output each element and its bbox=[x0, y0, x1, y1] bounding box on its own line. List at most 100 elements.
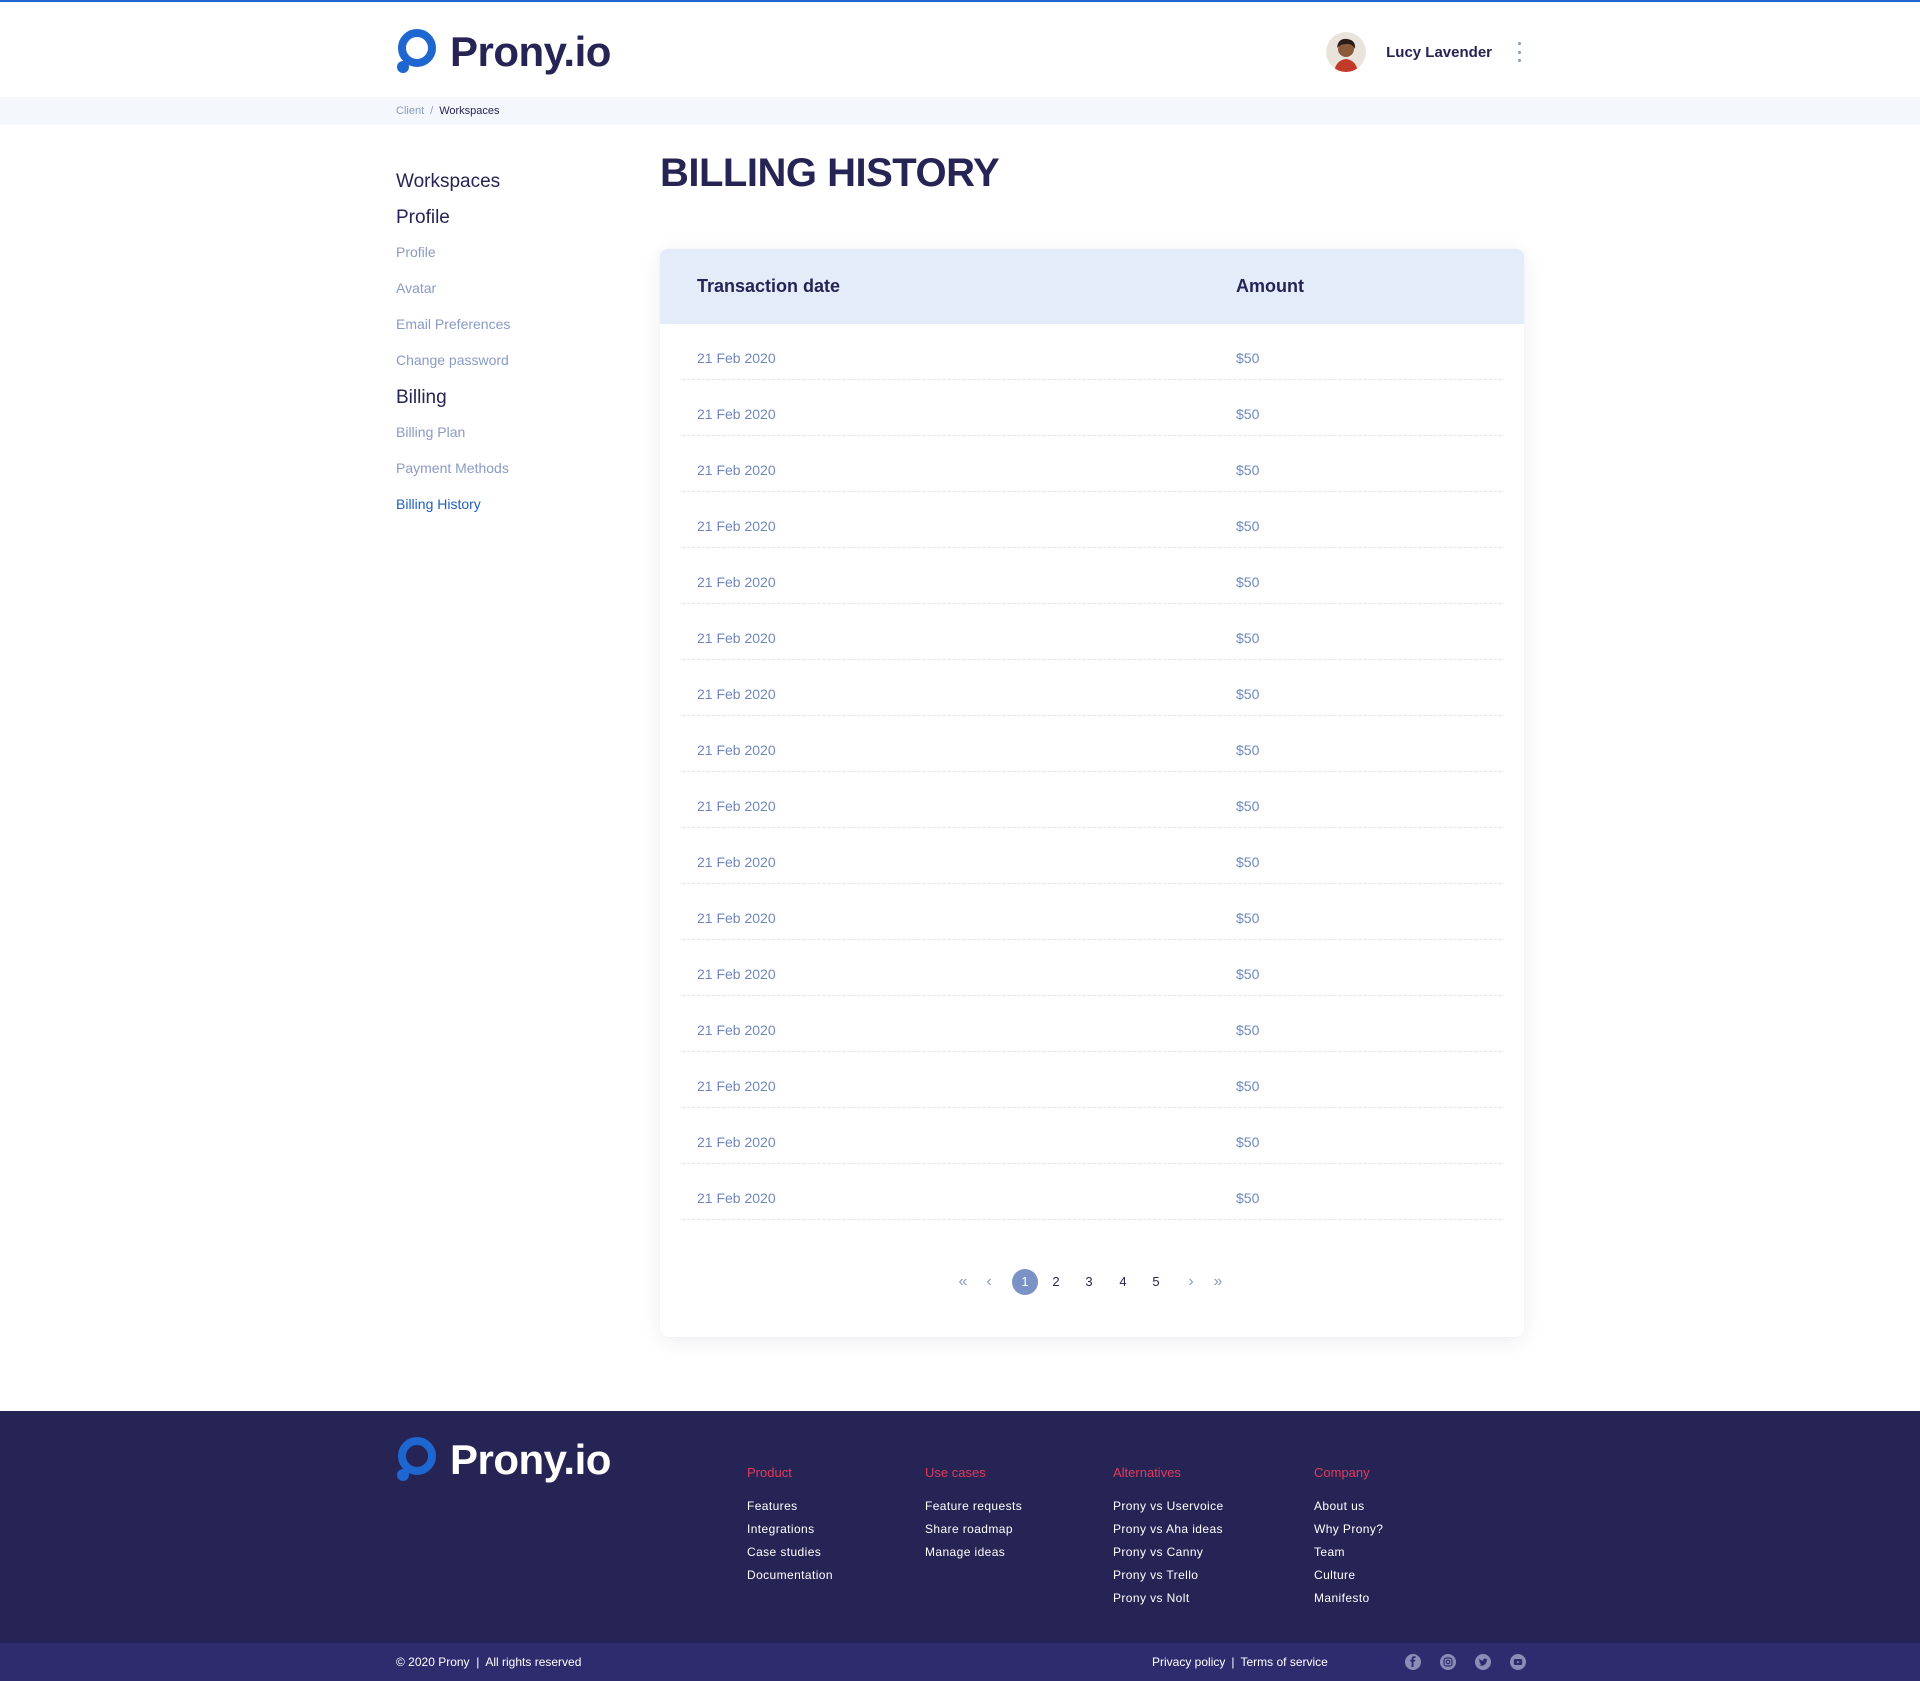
header: Prony.io Lucy Lavender bbox=[0, 2, 1920, 97]
footer-link-prony-vs-nolt[interactable]: Prony vs Nolt bbox=[1113, 1591, 1224, 1614]
next-page-icon[interactable]: › bbox=[1185, 1269, 1197, 1295]
footer-link-feature-requests[interactable]: Feature requests bbox=[925, 1499, 1022, 1522]
footer-column-alternatives: Alternatives Prony vs Uservoice Prony vs… bbox=[1113, 1465, 1224, 1614]
transaction-date-cell: 21 Feb 2020 bbox=[697, 1078, 776, 1094]
table-row: 21 Feb 2020 $50 bbox=[682, 1052, 1502, 1108]
table-row: 21 Feb 2020 $50 bbox=[682, 380, 1502, 436]
footer-link-documentation[interactable]: Documentation bbox=[747, 1568, 833, 1591]
transaction-date-cell: 21 Feb 2020 bbox=[697, 406, 776, 422]
amount-cell: $50 bbox=[1236, 1078, 1260, 1094]
prony-logo-icon bbox=[396, 1437, 436, 1483]
footer-link-prony-vs-aha-ideas[interactable]: Prony vs Aha ideas bbox=[1113, 1522, 1224, 1545]
page-title: BILLING HISTORY bbox=[660, 151, 1000, 195]
transaction-date-cell: 21 Feb 2020 bbox=[697, 854, 776, 870]
footer-brand-logo[interactable]: Prony.io bbox=[396, 1436, 611, 1484]
first-page-icon[interactable]: « bbox=[956, 1269, 970, 1295]
sidebar-item-profile[interactable]: Profile bbox=[396, 242, 636, 278]
amount-cell: $50 bbox=[1236, 1134, 1260, 1150]
last-page-icon[interactable]: » bbox=[1211, 1269, 1225, 1295]
amount-cell: $50 bbox=[1236, 742, 1260, 758]
table-header: Transaction date Amount bbox=[660, 249, 1524, 324]
avatar[interactable] bbox=[1326, 32, 1367, 72]
table-row: 21 Feb 2020 $50 bbox=[682, 828, 1502, 884]
sidebar-item-workspaces[interactable]: Workspaces bbox=[396, 170, 636, 206]
amount-cell: $50 bbox=[1236, 406, 1260, 422]
sidebar-item-billing-history[interactable]: Billing History bbox=[396, 494, 636, 530]
page-button-4[interactable]: 4 bbox=[1117, 1269, 1129, 1295]
legal-separator: | bbox=[1231, 1655, 1235, 1669]
sidebar-item-avatar[interactable]: Avatar bbox=[396, 278, 636, 314]
transaction-date-cell: 21 Feb 2020 bbox=[697, 1190, 776, 1206]
footer: Prony.io Product Features Integrations C… bbox=[0, 1411, 1920, 1643]
amount-cell: $50 bbox=[1236, 686, 1260, 702]
user-name: Lucy Lavender bbox=[1386, 43, 1492, 61]
amount-cell: $50 bbox=[1236, 966, 1260, 982]
footer-column-title: Alternatives bbox=[1113, 1465, 1181, 1480]
more-options-icon[interactable] bbox=[1514, 42, 1524, 62]
youtube-icon[interactable] bbox=[1510, 1654, 1526, 1670]
previous-page-icon[interactable]: ‹ bbox=[983, 1269, 995, 1295]
sidebar-item-billing-plan[interactable]: Billing Plan bbox=[396, 422, 636, 458]
user-menu[interactable]: Lucy Lavender bbox=[1326, 30, 1524, 74]
instagram-icon[interactable] bbox=[1440, 1654, 1456, 1670]
terms-of-service-link[interactable]: Terms of service bbox=[1240, 1655, 1327, 1669]
breadcrumb-link-client[interactable]: Client bbox=[396, 105, 424, 117]
transaction-date-cell: 21 Feb 2020 bbox=[697, 910, 776, 926]
footer-link-why-prony[interactable]: Why Prony? bbox=[1314, 1522, 1383, 1545]
amount-cell: $50 bbox=[1236, 910, 1260, 926]
twitter-icon[interactable] bbox=[1475, 1654, 1491, 1670]
table-row: 21 Feb 2020 $50 bbox=[682, 492, 1502, 548]
footer-column-title: Product bbox=[747, 1465, 792, 1480]
breadcrumb: Client / Workspaces bbox=[396, 105, 500, 117]
footer-link-integrations[interactable]: Integrations bbox=[747, 1522, 833, 1545]
billing-history-table-card: Transaction date Amount 21 Feb 2020 $50 21… bbox=[660, 249, 1524, 1337]
footer-column-company: Company About us Why Prony? Team Culture… bbox=[1314, 1465, 1383, 1614]
column-header-amount: Amount bbox=[1236, 276, 1304, 296]
amount-cell: $50 bbox=[1236, 1022, 1260, 1038]
table-row: 21 Feb 2020 $50 bbox=[682, 884, 1502, 940]
sidebar-item-email-preferences[interactable]: Email Preferences bbox=[396, 314, 636, 350]
transaction-date-cell: 21 Feb 2020 bbox=[697, 798, 776, 814]
footer-column-title: Company bbox=[1314, 1465, 1370, 1480]
footer-link-case-studies[interactable]: Case studies bbox=[747, 1545, 833, 1568]
footer-link-culture[interactable]: Culture bbox=[1314, 1568, 1383, 1591]
table-row: 21 Feb 2020 $50 bbox=[682, 436, 1502, 492]
brand-logo[interactable]: Prony.io bbox=[396, 28, 611, 76]
footer-link-prony-vs-uservoice[interactable]: Prony vs Uservoice bbox=[1113, 1499, 1224, 1522]
pagination: « ‹ 1 2 3 4 5 › » bbox=[660, 1269, 1524, 1295]
table-row: 21 Feb 2020 $50 bbox=[682, 940, 1502, 996]
table-row: 21 Feb 2020 $50 bbox=[682, 548, 1502, 604]
footer-link-about-us[interactable]: About us bbox=[1314, 1499, 1383, 1522]
facebook-icon[interactable] bbox=[1405, 1654, 1421, 1670]
amount-cell: $50 bbox=[1236, 798, 1260, 814]
amount-cell: $50 bbox=[1236, 854, 1260, 870]
table-row: 21 Feb 2020 $50 bbox=[682, 716, 1502, 772]
legal-links: Privacy policy | Terms of service bbox=[1152, 1655, 1328, 1669]
sidebar-item-payment-methods[interactable]: Payment Methods bbox=[396, 458, 636, 494]
footer-link-prony-vs-trello[interactable]: Prony vs Trello bbox=[1113, 1568, 1224, 1591]
transaction-date-cell: 21 Feb 2020 bbox=[697, 1022, 776, 1038]
page-button-5[interactable]: 5 bbox=[1150, 1269, 1162, 1295]
transaction-date-cell: 21 Feb 2020 bbox=[697, 462, 776, 478]
table-row: 21 Feb 2020 $50 bbox=[682, 604, 1502, 660]
page-button-2[interactable]: 2 bbox=[1050, 1269, 1062, 1295]
transaction-date-cell: 21 Feb 2020 bbox=[697, 966, 776, 982]
footer-link-manifesto[interactable]: Manifesto bbox=[1314, 1591, 1383, 1614]
privacy-policy-link[interactable]: Privacy policy bbox=[1152, 1655, 1225, 1669]
footer-link-team[interactable]: Team bbox=[1314, 1545, 1383, 1568]
footer-link-features[interactable]: Features bbox=[747, 1499, 833, 1522]
footer-column-use-cases: Use cases Feature requests Share roadmap… bbox=[925, 1465, 1022, 1568]
transaction-date-cell: 21 Feb 2020 bbox=[697, 350, 776, 366]
brand-name: Prony.io bbox=[450, 28, 611, 75]
footer-link-share-roadmap[interactable]: Share roadmap bbox=[925, 1522, 1022, 1545]
column-header-transaction-date: Transaction date bbox=[697, 276, 841, 296]
sidebar-item-change-password[interactable]: Change password bbox=[396, 350, 636, 386]
page-button-3[interactable]: 3 bbox=[1083, 1269, 1095, 1295]
amount-cell: $50 bbox=[1236, 630, 1260, 646]
footer-link-manage-ideas[interactable]: Manage ideas bbox=[925, 1545, 1022, 1568]
transaction-date-cell: 21 Feb 2020 bbox=[697, 686, 776, 702]
page-button-1[interactable]: 1 bbox=[1012, 1269, 1038, 1295]
footer-brand-name: Prony.io bbox=[450, 1436, 611, 1483]
footer-link-prony-vs-canny[interactable]: Prony vs Canny bbox=[1113, 1545, 1224, 1568]
transaction-date-cell: 21 Feb 2020 bbox=[697, 518, 776, 534]
